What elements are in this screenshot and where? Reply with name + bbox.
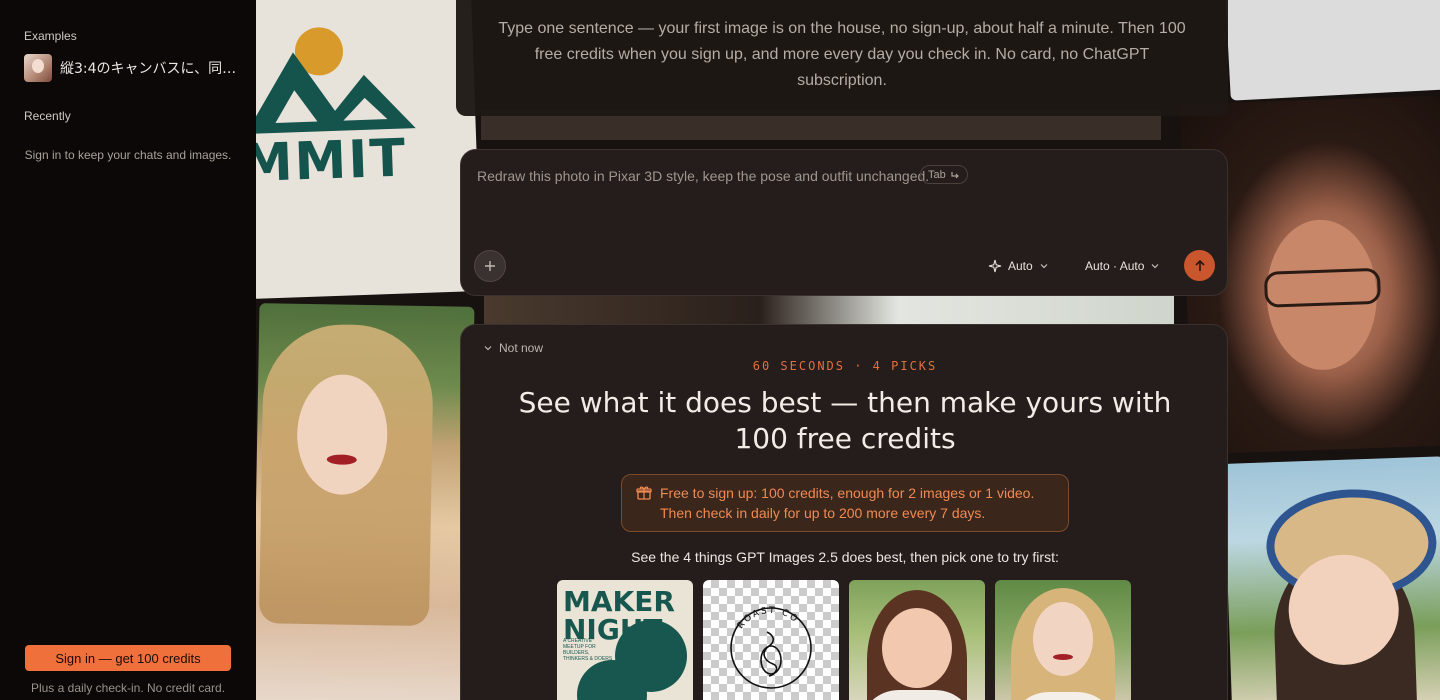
- portrait-image: [256, 303, 475, 700]
- poster-small-text: A CREATIVE MEETUP FOR BUILDERS, THINKERS…: [563, 638, 613, 662]
- promo-panel: Not now 60 SECONDS · 4 PICKS See what it…: [460, 324, 1228, 700]
- not-now-button[interactable]: Not now: [483, 341, 543, 355]
- plus-icon: [485, 261, 495, 271]
- picks-row: MAKER NIGHT A CREATIVE MEETUP FOR BUILDER…: [557, 580, 1131, 700]
- promo-title: See what it does best — then make yours …: [518, 386, 1172, 455]
- offer-banner: Free to sign up: 100 credits, enough for…: [621, 474, 1069, 532]
- roast-logo-text: ROAST CO: [736, 606, 799, 631]
- chevron-down-icon: [1040, 264, 1048, 269]
- intro-panel: Type one sentence — your first image is …: [456, 0, 1228, 116]
- pick-photo-portrait[interactable]: [995, 580, 1131, 700]
- send-button[interactable]: [1184, 250, 1215, 281]
- prompt-composer[interactable]: Redraw this photo in Pixar 3D style, kee…: [460, 149, 1228, 296]
- promo-eyebrow: 60 SECONDS · 4 PICKS: [752, 359, 938, 373]
- pick-logo[interactable]: ROAST CO: [703, 580, 839, 700]
- chevron-down-icon: [484, 346, 492, 351]
- recently-heading: Recently: [24, 109, 71, 123]
- signin-footnote: Plus a daily check-in. No credit card.: [30, 681, 226, 695]
- picks-intro: See the 4 things GPT Images 2.5 does bes…: [631, 549, 1059, 565]
- return-arrow-icon: [951, 171, 959, 178]
- arrow-up-icon: [1194, 259, 1205, 271]
- attach-button[interactable]: [474, 250, 506, 282]
- summit-poster-image: MMIT: [256, 0, 482, 299]
- ratio-select[interactable]: Auto · Auto: [1085, 254, 1160, 278]
- poster-image: [1225, 0, 1440, 101]
- model-select-label: Auto: [1008, 259, 1033, 273]
- chevron-down-icon: [1151, 264, 1159, 269]
- ratio-select-label: Auto · Auto: [1085, 259, 1145, 273]
- sparkle-icon: [988, 259, 1002, 273]
- intro-text: Type one sentence — your first image is …: [498, 20, 1186, 89]
- prompt-input[interactable]: Redraw this photo in Pixar 3D style, kee…: [477, 168, 929, 184]
- summit-text: MMIT: [256, 128, 409, 195]
- model-select[interactable]: Auto: [988, 254, 1049, 278]
- offer-line-1: Free to sign up: 100 credits, enough for…: [660, 485, 1035, 501]
- example-thumbnail: [24, 54, 52, 82]
- not-now-label: Not now: [499, 341, 544, 355]
- pick-3d-cartoon[interactable]: [849, 580, 985, 700]
- recently-hint: Sign in to keep your chats and images.: [24, 148, 232, 162]
- tab-hint-badge: Tab: [920, 165, 968, 184]
- signin-button[interactable]: Sign in — get 100 credits: [25, 645, 231, 671]
- gift-icon: [636, 486, 652, 500]
- svg-text:ROAST CO: ROAST CO: [736, 606, 801, 631]
- offer-line-2: Then check in daily for up to 200 more e…: [660, 505, 986, 521]
- pick-poster[interactable]: MAKER NIGHT A CREATIVE MEETUP FOR BUILDER…: [557, 580, 693, 700]
- sidebar: Examples 縦3:4のキャンバスに、同… Recently Sign in…: [0, 0, 256, 700]
- sidebar-example-item[interactable]: 縦3:4のキャンバスに、同…: [24, 54, 238, 82]
- roast-logo-icon: ROAST CO: [730, 606, 812, 689]
- tab-hint-label: Tab: [928, 168, 946, 181]
- sidebar-example-label: 縦3:4のキャンバスに、同…: [60, 61, 237, 77]
- anime-portrait-image: [1223, 456, 1440, 700]
- examples-heading: Examples: [24, 29, 77, 43]
